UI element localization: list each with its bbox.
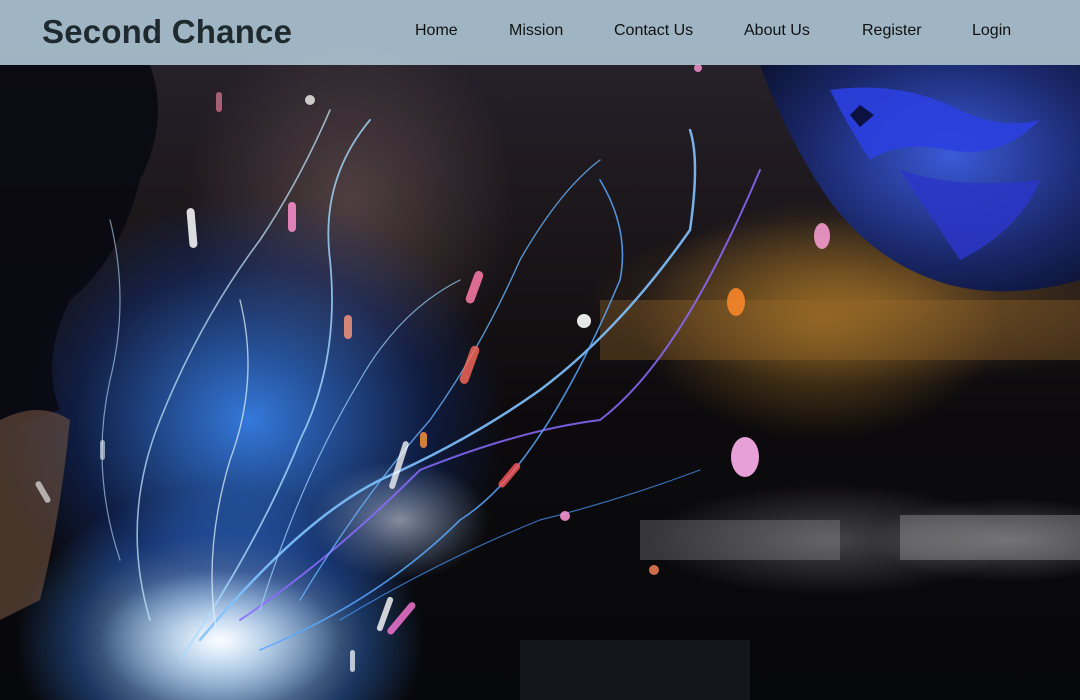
welding-sparks-illustration bbox=[0, 64, 1080, 700]
nav-links: Home Mission Contact Us About Us Registe… bbox=[0, 0, 1080, 65]
nav-link-home[interactable]: Home bbox=[415, 22, 458, 40]
nav-link-contact-us[interactable]: Contact Us bbox=[614, 22, 693, 40]
nav-link-login[interactable]: Login bbox=[972, 22, 1011, 40]
nav-link-mission[interactable]: Mission bbox=[509, 22, 563, 40]
nav-link-register[interactable]: Register bbox=[862, 22, 922, 40]
page: Second Chance Home Mission Contact Us Ab… bbox=[0, 0, 1080, 700]
nav-link-about-us[interactable]: About Us bbox=[744, 22, 810, 40]
top-navbar: Second Chance Home Mission Contact Us Ab… bbox=[0, 0, 1080, 65]
hero-background-image bbox=[0, 0, 1080, 700]
